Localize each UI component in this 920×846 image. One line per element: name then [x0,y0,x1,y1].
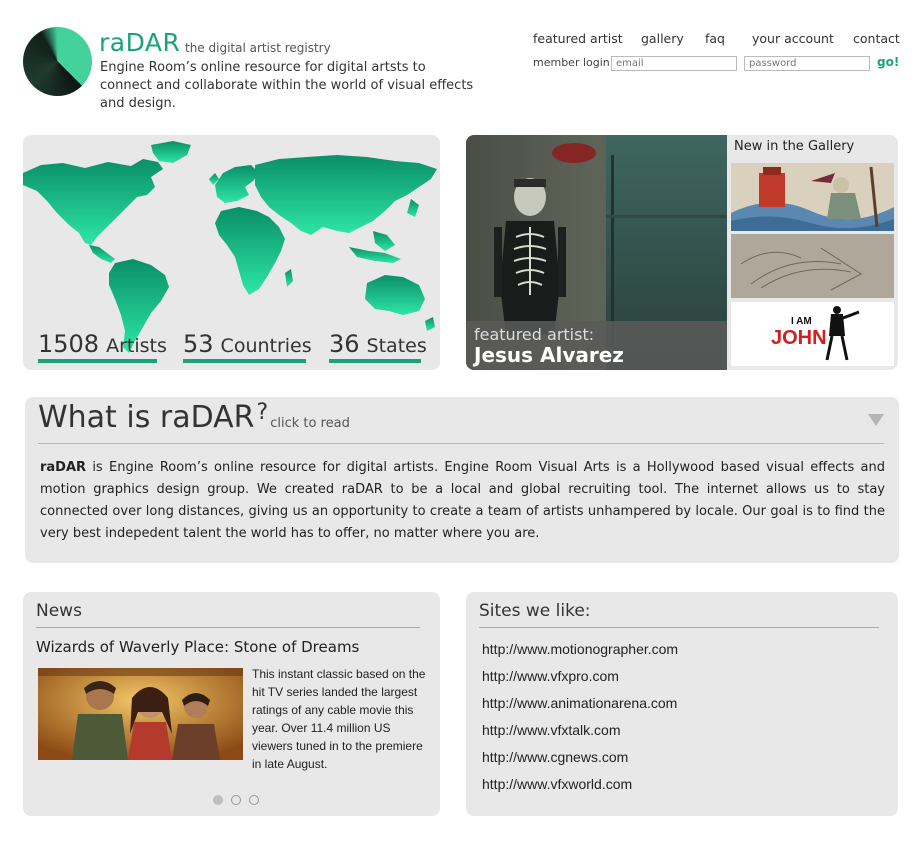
news-body: This instant classic based on the hit TV… [252,667,426,771]
world-map-panel: 1508 Artists 53 Countries 36 States [23,135,440,370]
stat-artists-label: Artists [106,335,167,357]
go-button[interactable]: go! [877,55,899,69]
sites-divider [479,627,879,628]
site-link-vfxworld[interactable]: http://www.vfxworld.com [482,776,632,792]
about-body-brand: raDAR [40,460,87,475]
news-divider [36,627,420,628]
collapse-arrow-icon[interactable] [868,414,884,426]
site-link-vfxpro[interactable]: http://www.vfxpro.com [482,668,619,684]
nav-your-account[interactable]: your account [752,31,834,46]
thumb-text-i-am: I AM [791,316,812,327]
stat-countries[interactable]: 53 Countries [183,330,312,358]
gallery-title: New in the Gallery [734,139,855,154]
stat-countries-label: Countries [220,335,312,357]
nav-featured-artist[interactable]: featured artist [533,31,623,46]
nav-gallery[interactable]: gallery [641,31,684,46]
site-link-cgnews[interactable]: http://www.cgnews.com [482,749,628,765]
site-link-animationarena[interactable]: http://www.animationarena.com [482,695,677,711]
stat-states[interactable]: 36 States [329,330,427,358]
gallery-thumbnail-2[interactable] [731,234,894,298]
nav-contact[interactable]: contact [853,31,900,46]
about-divider [38,443,884,444]
stat-artists-number: 1508 [38,330,100,358]
news-title: News [36,601,82,621]
featured-panel: featured artist: Jesus Alvarez New in th… [466,135,898,370]
news-headline[interactable]: Wizards of Waverly Place: Stone of Dream… [36,638,359,656]
stat-countries-underline [183,359,306,363]
news-pagination [213,795,263,807]
gallery-thumbnail-1[interactable] [731,163,894,231]
email-input[interactable] [611,56,737,71]
password-input[interactable] [744,56,870,71]
site-link-vfxtalk[interactable]: http://www.vfxtalk.com [482,722,620,738]
stat-states-label: States [366,335,427,357]
stat-artists-underline [38,359,157,363]
featured-label: featured artist: [474,325,595,344]
featured-artist-name[interactable]: Jesus Alvarez [474,343,624,367]
login-label: member login: [533,56,614,69]
stat-states-underline [329,359,421,363]
gallery-thumbnail-3[interactable]: I AM JOHN [731,302,894,366]
about-panel: What is raDAR? click to read raDAR is Eng… [25,397,899,563]
featured-caption[interactable]: featured artist: Jesus Alvarez [466,321,727,370]
about-body: raDAR is Engine Room’s online resource f… [40,457,885,545]
top-navigation: featured artist gallery faq your account… [533,31,901,49]
about-hint[interactable]: click to read [270,416,350,431]
site-link-motionographer[interactable]: http://www.motionographer.com [482,641,678,657]
logo-icon[interactable] [23,27,92,96]
logo-title[interactable]: raDAR [99,28,180,57]
sites-title: Sites we like: [479,601,591,621]
sites-panel: Sites we like: http://www.motionographer… [466,592,898,816]
nav-faq[interactable]: faq [705,31,725,46]
member-login: member login: go! [533,55,901,73]
news-image[interactable] [38,668,243,760]
stat-states-number: 36 [329,330,360,358]
news-dot-2[interactable] [231,795,241,805]
about-question-mark: ? [256,400,269,425]
site-description: Engine Room’s online resource for digita… [100,60,474,111]
about-title[interactable]: What is raDAR? click to read [38,400,350,435]
logo-tagline: the digital artist registry [185,41,331,55]
news-panel: News Wizards of Waverly Place: Stone of … [23,592,440,816]
about-body-text: is Engine Room’s online resource for dig… [40,460,885,541]
stat-countries-number: 53 [183,330,214,358]
stat-artists[interactable]: 1508 Artists [38,330,167,358]
news-dot-1[interactable] [213,795,223,805]
thumb-text-john: JOHN [771,327,827,349]
about-title-text: What is raDAR [38,400,255,435]
news-dot-3[interactable] [249,795,259,805]
